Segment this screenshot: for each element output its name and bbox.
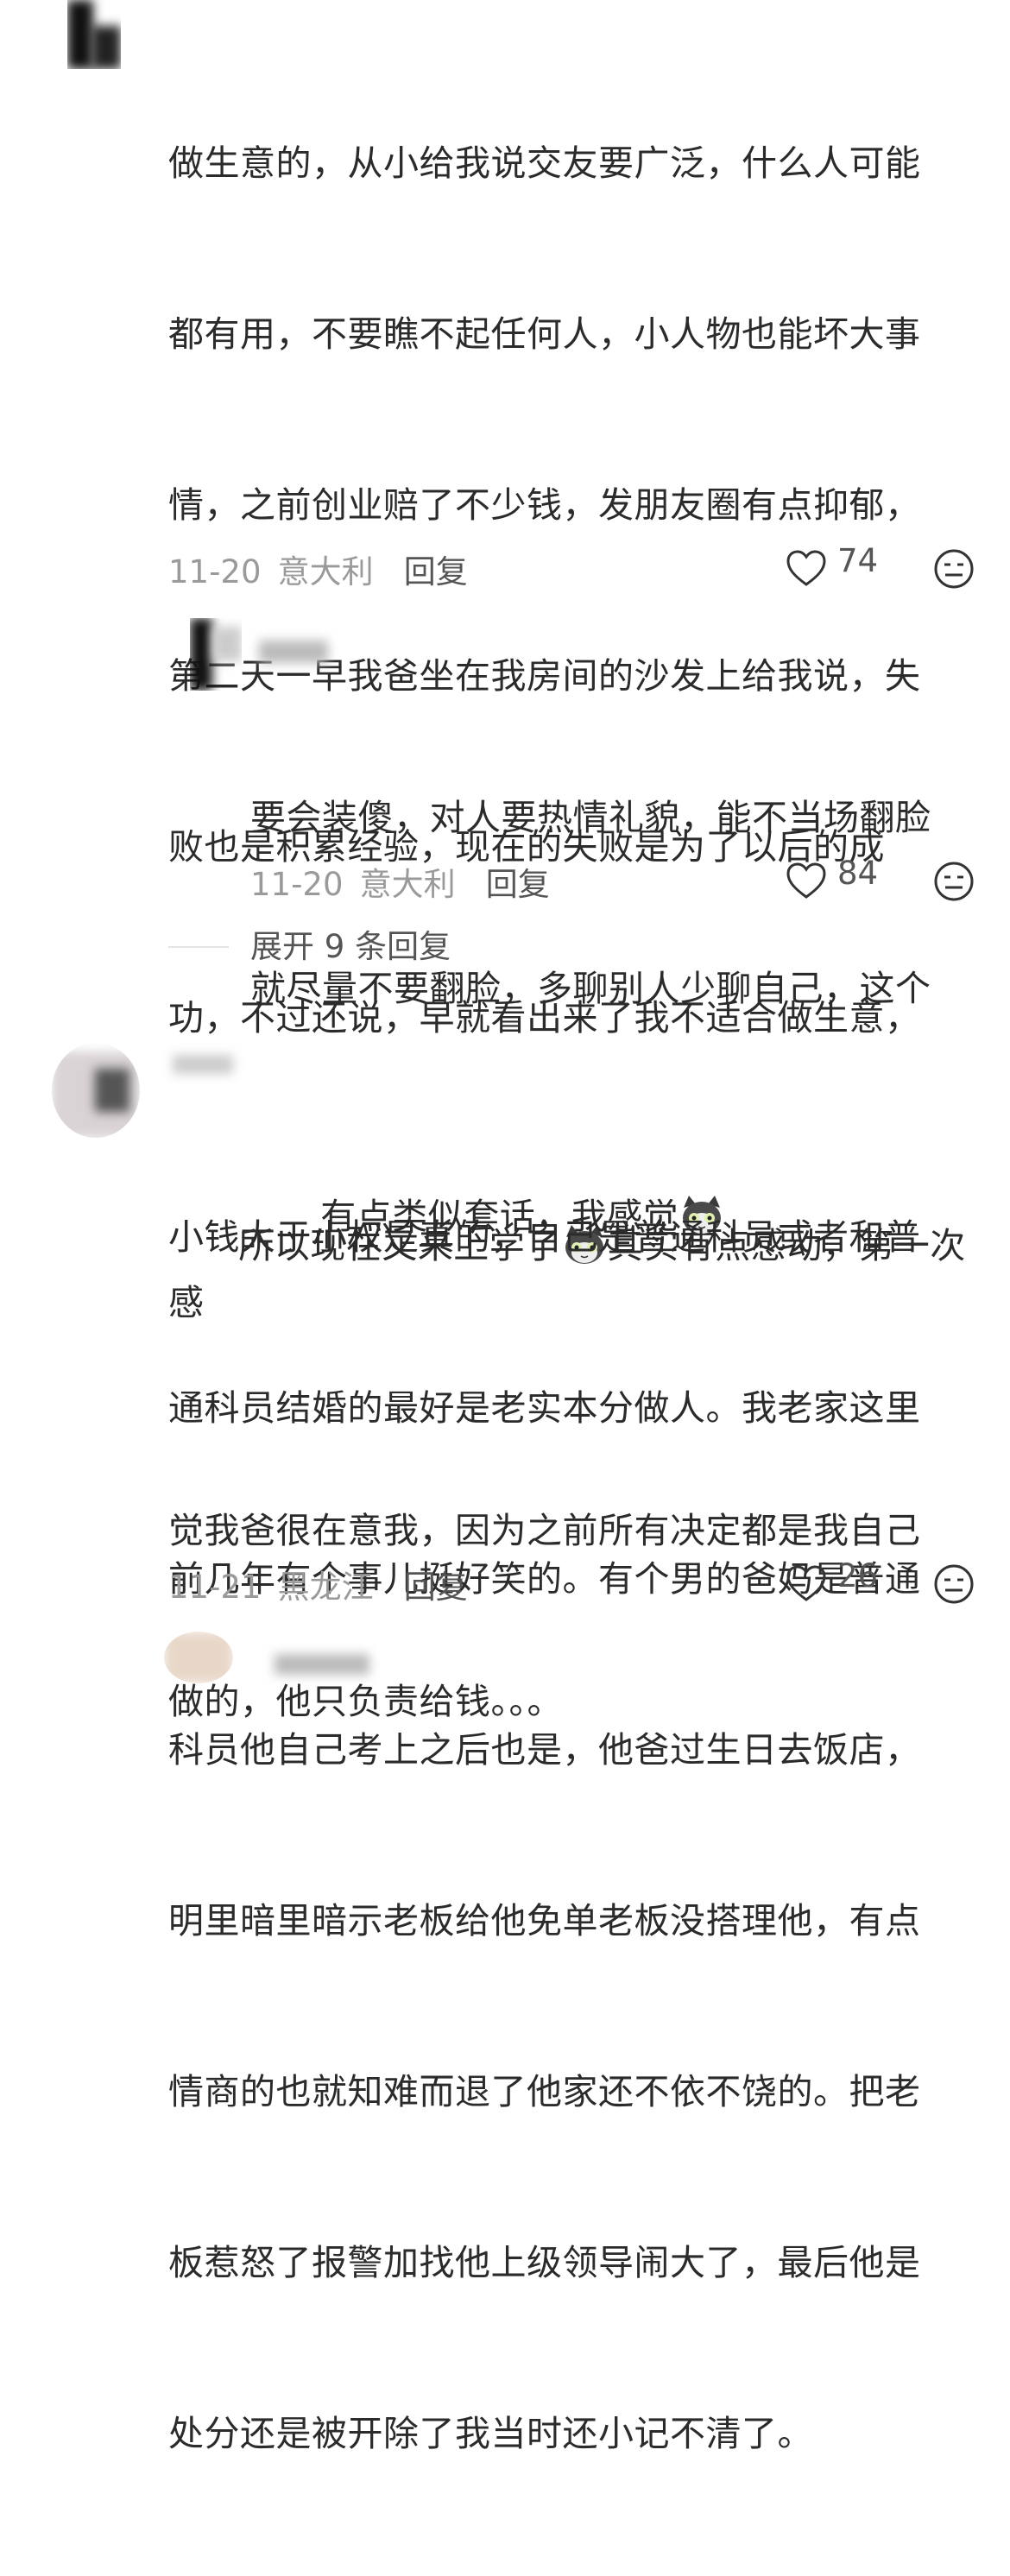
username-blurred[interactable] bbox=[173, 1055, 242, 1081]
expand-replies-button[interactable]: 展开 9 条回复 bbox=[250, 920, 451, 967]
like-count: 74 bbox=[837, 542, 879, 579]
comment-line: 情，之前创业赔了不少钱，发朋友圈有点抑郁， bbox=[168, 484, 921, 526]
heart-outline-icon[interactable] bbox=[786, 862, 827, 900]
avatar[interactable] bbox=[67, 0, 121, 69]
comment-line: 通科员结婚的最好是老实本分做人。我老家这里 bbox=[168, 1387, 921, 1429]
comment-line: 明里暗里暗示老板给他免单老板没搭理他，有点 bbox=[168, 1900, 921, 1941]
neutral-face-icon[interactable] bbox=[932, 547, 975, 590]
comment-location: 意大利 bbox=[277, 553, 374, 590]
avatar[interactable] bbox=[52, 1043, 140, 1138]
avatar[interactable] bbox=[190, 618, 242, 691]
comment-line: 科员他自己考上之后也是，他爸过生日去饭店， bbox=[168, 1729, 921, 1771]
reply-button[interactable]: 回复 bbox=[404, 1569, 468, 1606]
divider bbox=[168, 946, 229, 948]
like-count: 26 bbox=[837, 1557, 879, 1594]
neutral-face-icon[interactable] bbox=[932, 860, 975, 903]
comment-meta: 11-21 黑龙江 回复 bbox=[168, 1561, 468, 1607]
heart-outline-icon[interactable] bbox=[786, 549, 827, 587]
comment-line: 要会装傻，对人要热情礼貌，能不当场翻脸 bbox=[250, 797, 931, 838]
username-blurred[interactable] bbox=[275, 1654, 369, 1676]
comment-line: 小钱大于小权是真的，自己是普通科员或者和普 bbox=[168, 1216, 921, 1258]
comment-location: 黑龙江 bbox=[277, 1569, 374, 1606]
comment-line: 板惹怒了报警加找他上级领导闹大了，最后他是 bbox=[168, 2242, 921, 2283]
comment-body: 小钱大于小权是真的，自己是普通科员或者和普 通科员结婚的最好是老实本分做人。我老… bbox=[168, 1095, 971, 2576]
username-blurred[interactable] bbox=[259, 641, 328, 666]
comment-line: 就尽量不要翻脸，多聊别人少聊自己，这个 bbox=[250, 968, 931, 1009]
comment-date: 11-20 bbox=[168, 553, 262, 590]
reply-button[interactable]: 回复 bbox=[486, 866, 550, 903]
heart-outline-icon[interactable] bbox=[786, 1564, 827, 1602]
comment-line: 情商的也就知难而退了他家还不依不饶的。把老 bbox=[168, 2071, 921, 2112]
comment-line: 处分还是被开除了我当时还小记不清了。 bbox=[168, 2413, 813, 2454]
reply-button[interactable]: 回复 bbox=[404, 553, 468, 590]
neutral-face-icon[interactable] bbox=[932, 1563, 975, 1606]
comment-line: 都有用，不要瞧不起任何人，小人物也能坏大事 bbox=[168, 313, 921, 355]
avatar[interactable] bbox=[164, 1632, 233, 1683]
comment-meta: 11-20 意大利 回复 bbox=[168, 546, 468, 592]
comment-location: 意大利 bbox=[359, 866, 456, 903]
like-count: 84 bbox=[837, 855, 879, 892]
comment-line: 做生意的，从小给我说交友要广泛，什么人可能 bbox=[168, 142, 921, 184]
comment-meta: 11-20 意大利 回复 bbox=[250, 858, 550, 905]
comment-date: 11-20 bbox=[250, 866, 344, 903]
comment-date: 11-21 bbox=[168, 1569, 262, 1606]
